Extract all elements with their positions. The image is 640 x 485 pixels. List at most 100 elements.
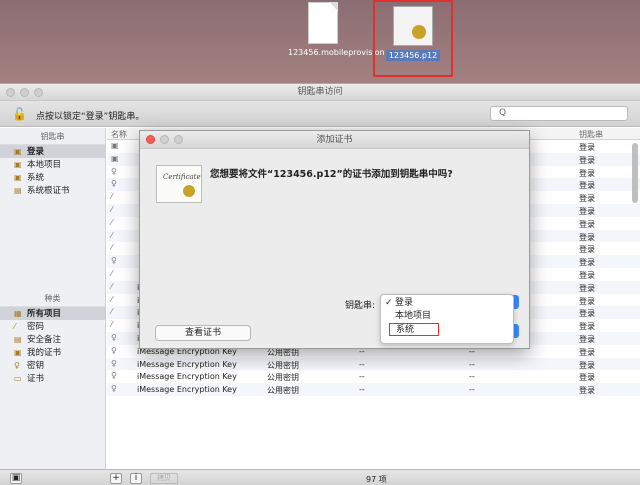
search-input[interactable]: Q (490, 106, 628, 121)
key-icon: ♀ (111, 371, 117, 381)
copy-button[interactable]: 拷贝 (150, 473, 178, 484)
dialog-question: 您想要将文件“123456.p12”的证书添加到钥匙串中吗? (210, 169, 453, 180)
minimize-button[interactable] (20, 88, 29, 97)
row-keychain: 登录 (579, 206, 595, 216)
key-icon: ♀ (14, 361, 20, 370)
sidebar-item-passwords[interactable]: ⁄ 密码 (0, 320, 105, 333)
certificate-file-icon (393, 6, 433, 46)
row-expires: -- (469, 385, 475, 395)
sidebar-item-secure-notes[interactable]: ▤ 安全备注 (0, 333, 105, 346)
row-keychain: 登录 (579, 181, 595, 191)
certificate-icon: Certificate (156, 165, 202, 203)
lock-icon[interactable]: 🔓 (12, 107, 27, 121)
sidebar: 钥匙串 ▣ 登录 ▣ 本地项目 ▣ 系统 ▤ 系统根证书 种类 ▦ 所有项目 ⁄ 密码 ▤ 安… (0, 128, 106, 473)
sidebar-item-system-roots[interactable]: ▤ 系统根证书 (0, 184, 105, 197)
password-icon: ⁄ (111, 230, 113, 240)
keychain-option-system[interactable]: 系统 (389, 323, 439, 336)
p12-file[interactable]: 123456.p12 (373, 0, 453, 77)
close-button[interactable] (6, 88, 15, 97)
mobileprovision-file[interactable]: 123456.mobileprovision (288, 2, 385, 57)
sidebar-item-system[interactable]: ▣ 系统 (0, 171, 105, 184)
row-keychain: 登录 (579, 232, 595, 242)
row-keychain: 登录 (579, 334, 595, 344)
table-row[interactable]: ♀ iMessage Encryption Key 公用密钥 -- -- 登录 (107, 357, 640, 371)
keychains-header: 钥匙串 (0, 128, 105, 145)
row-keychain: 登录 (579, 155, 595, 165)
row-keychain: 登录 (579, 219, 595, 229)
key-icon: ♀ (111, 179, 117, 189)
password-icon: ⁄ (111, 320, 113, 330)
password-icon: ⁄ (111, 268, 113, 278)
dialog-minimize-button[interactable] (160, 135, 169, 144)
item-count: 97 项 (366, 475, 387, 484)
row-keychain: 登录 (579, 245, 595, 255)
password-icon: ⁄ (111, 281, 113, 291)
row-keychain: 登录 (579, 347, 595, 357)
folder-cert-icon: ▤ (14, 186, 22, 195)
row-date: -- (359, 359, 365, 369)
table-row[interactable]: ♀ iMessage Encryption Key 公用密钥 -- -- 登录 (107, 383, 640, 396)
keychain-option-login[interactable]: ✓ 登录 (381, 297, 513, 310)
row-keychain: 登录 (579, 373, 595, 383)
view-certificate-button[interactable]: 查看证书 (155, 325, 251, 341)
info-button[interactable]: i (130, 473, 142, 484)
key-icon: ♀ (111, 256, 117, 266)
all-items-icon: ▦ (14, 309, 22, 318)
mobileprovision-filename: 123456.mobileprovision (288, 48, 385, 57)
checkmark-icon: ✓ (385, 298, 393, 308)
key-icon: ♀ (111, 358, 117, 368)
sidebar-item-all-items[interactable]: ▦ 所有项目 (0, 307, 105, 320)
p12-filename: 123456.p12 (385, 50, 441, 61)
key-icon: ♀ (111, 332, 117, 342)
dialog-window-controls (146, 135, 183, 144)
lock-icon: ▣ (14, 160, 22, 169)
password-icon: ⁄ (111, 204, 113, 214)
row-expires: -- (469, 359, 475, 369)
scrollbar[interactable] (632, 143, 638, 203)
key-icon: ♀ (111, 166, 117, 176)
sidebar-item-my-certificates[interactable]: ▣ 我的证书 (0, 346, 105, 359)
sidebar-item-login[interactable]: ▣ 登录 (0, 145, 105, 158)
row-keychain: 登录 (579, 194, 595, 204)
column-header-keychain[interactable]: 钥匙串 (579, 129, 603, 140)
row-keychain: 登录 (579, 322, 595, 332)
row-name: iMessage Encryption Key (137, 359, 237, 369)
secure-note-icon: ▤ (14, 335, 22, 344)
password-icon: ⁄ (111, 307, 113, 317)
row-name: iMessage Encryption Key (137, 385, 237, 395)
row-keychain: 登录 (579, 270, 595, 280)
add-certificate-dialog: 添加证书 Certificate 您想要将文件“123456.p12”的证书添加… (139, 130, 530, 349)
password-icon: ⁄ (111, 217, 113, 227)
row-keychain: 登录 (579, 360, 595, 370)
dialog-close-button[interactable] (146, 135, 155, 144)
categories-header: 种类 (0, 290, 105, 307)
sidebar-item-keys[interactable]: ♀ 密钥 (0, 359, 105, 372)
add-button[interactable]: + (110, 473, 122, 484)
cert-icon: ▭ (14, 374, 22, 383)
my-cert-icon: ▣ (14, 348, 22, 357)
row-keychain: 登录 (579, 258, 595, 268)
row-keychain: 登录 (579, 309, 595, 319)
cert-icon: ▣ (111, 153, 119, 163)
row-keychain: 登录 (579, 168, 595, 178)
password-icon: ⁄ (111, 192, 113, 202)
document-icon (308, 2, 338, 44)
sidebar-item-certificates[interactable]: ▭ 证书 (0, 372, 105, 385)
sidebar-item-local-items[interactable]: ▣ 本地项目 (0, 158, 105, 171)
password-icon: ⁄ (14, 322, 16, 331)
table-row[interactable]: ♀ iMessage Encryption Key 公用密钥 -- -- 登录 (107, 370, 640, 383)
row-date: -- (359, 372, 365, 382)
row-kind: 公用密钥 (267, 360, 299, 370)
cert-icon: ▣ (111, 141, 119, 150)
row-keychain: 登录 (579, 283, 595, 293)
screen-icon[interactable]: ▣ (10, 473, 22, 484)
password-icon: ⁄ (111, 294, 113, 304)
dialog-zoom-button[interactable] (174, 135, 183, 144)
bottom-bar: ▣ + i 拷贝 97 项 (0, 469, 640, 485)
zoom-button[interactable] (34, 88, 43, 97)
row-keychain: 登录 (579, 143, 595, 152)
keychain-popup-menu[interactable]: ✓ 登录 本地项目 系统 (380, 294, 514, 344)
column-header-name[interactable]: 名称 (111, 129, 127, 140)
keychain-option-local-items[interactable]: 本地项目 (381, 310, 513, 323)
row-date: -- (359, 385, 365, 395)
